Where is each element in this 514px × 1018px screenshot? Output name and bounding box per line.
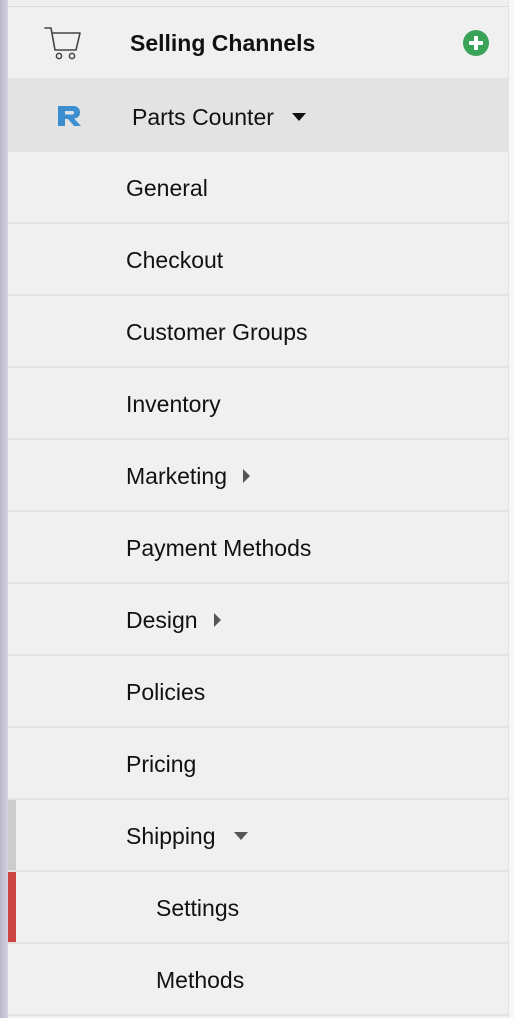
menu-item-policies[interactable]: Policies <box>8 656 508 728</box>
sidebar-header: Selling Channels <box>8 7 508 77</box>
channel-menu: General Checkout Customer Groups Invento… <box>8 152 508 1016</box>
channel-label-text: Parts Counter <box>132 104 274 130</box>
menu-item-label: Settings <box>156 895 240 921</box>
menu-item-payment-methods[interactable]: Payment Methods <box>8 512 508 584</box>
submenu-item-methods[interactable]: Methods <box>8 944 508 1016</box>
expanded-indicator <box>8 800 16 870</box>
menu-item-pricing[interactable]: Pricing <box>8 728 508 800</box>
channel-name: Parts Counter <box>132 103 306 131</box>
active-indicator <box>8 872 16 942</box>
menu-item-label: Marketing <box>126 462 250 490</box>
menu-item-label: Design <box>126 606 221 634</box>
menu-item-shipping[interactable]: Shipping <box>8 800 508 872</box>
sidebar-panel: Selling Channels Parts Counter General C… <box>8 0 508 1018</box>
menu-item-label: Policies <box>126 679 206 705</box>
chevron-down-icon[interactable] <box>291 113 306 121</box>
menu-item-text: Marketing <box>126 463 227 489</box>
menu-item-text: Shipping <box>126 823 216 849</box>
add-channel-button[interactable] <box>463 30 489 56</box>
submenu-item-settings[interactable]: Settings <box>8 872 508 944</box>
menu-item-customer-groups[interactable]: Customer Groups <box>8 296 508 368</box>
chevron-right-icon <box>242 469 250 483</box>
r-logo-icon <box>58 106 81 126</box>
menu-item-label: Inventory <box>126 391 221 417</box>
menu-item-label: Shipping <box>126 822 248 850</box>
shopping-cart-icon <box>44 27 81 60</box>
sidebar-title: Selling Channels <box>130 30 316 56</box>
menu-item-general[interactable]: General <box>8 152 508 224</box>
menu-item-text: Design <box>126 607 198 633</box>
scrollbar-edge <box>508 0 514 1018</box>
menu-item-label: Methods <box>156 967 245 993</box>
menu-item-checkout[interactable]: Checkout <box>8 224 508 296</box>
chevron-right-icon <box>213 613 221 627</box>
menu-item-design[interactable]: Design <box>8 584 508 656</box>
menu-item-marketing[interactable]: Marketing <box>8 440 508 512</box>
channel-selector[interactable]: Parts Counter <box>8 78 508 152</box>
menu-item-label: Payment Methods <box>126 535 312 561</box>
menu-item-label: Customer Groups <box>126 319 308 345</box>
menu-item-label: Pricing <box>126 751 197 777</box>
menu-item-label: General <box>126 175 208 201</box>
app-frame: Selling Channels Parts Counter General C… <box>0 0 514 1018</box>
menu-item-inventory[interactable]: Inventory <box>8 368 508 440</box>
menu-item-label: Checkout <box>126 247 224 273</box>
chevron-down-icon <box>233 832 248 840</box>
